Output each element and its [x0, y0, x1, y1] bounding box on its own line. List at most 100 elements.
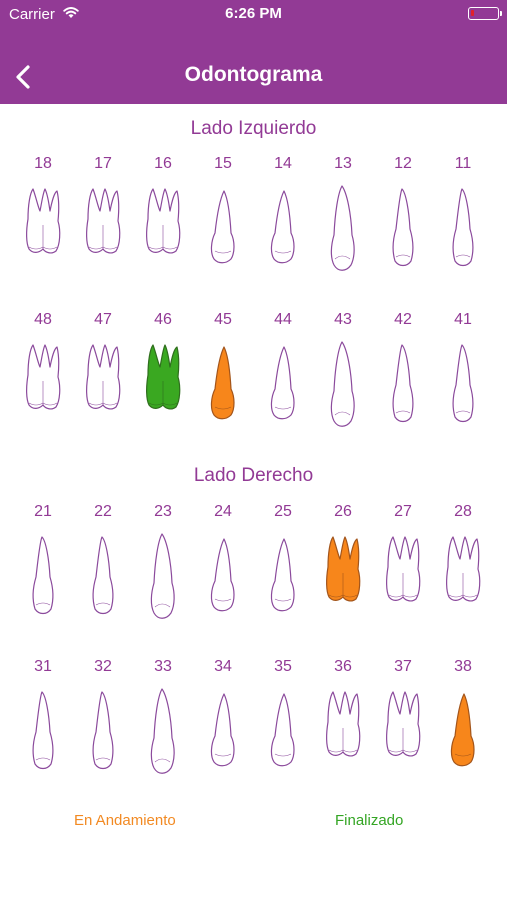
tooth-16[interactable]: 16 — [133, 155, 193, 305]
status-time: 6:26 PM — [225, 5, 282, 22]
legend-in-progress: En Andamiento — [74, 812, 176, 829]
tooth-number: 42 — [394, 311, 412, 328]
tooth-13[interactable]: 13 — [313, 155, 373, 305]
tooth-15[interactable]: 15 — [193, 155, 253, 305]
tooth-23[interactable]: 23 — [133, 503, 193, 653]
tooth-premolar-icon — [270, 693, 295, 767]
tooth-incisor-icon — [452, 344, 474, 423]
tooth-canine-icon — [150, 533, 175, 619]
tooth-number: 48 — [34, 311, 52, 328]
tooth-premolar-icon — [210, 538, 235, 612]
tooth-molar-icon — [446, 536, 481, 602]
tooth-47[interactable]: 47 — [73, 311, 133, 461]
tooth-number: 36 — [334, 658, 352, 675]
tooth-number: 35 — [274, 658, 292, 675]
tooth-molar-icon — [26, 344, 61, 410]
tooth-18[interactable]: 18 — [13, 155, 73, 305]
tooth-21[interactable]: 21 — [13, 503, 73, 653]
tooth-number: 41 — [454, 311, 472, 328]
section-title-left: Lado Izquierdo — [190, 118, 317, 139]
tooth-number: 46 — [154, 311, 172, 328]
tooth-canine-icon — [330, 185, 355, 271]
tooth-28[interactable]: 28 — [433, 503, 493, 653]
page-title: Odontograma — [184, 63, 323, 86]
tooth-32[interactable]: 32 — [73, 658, 133, 808]
nav-header: Carrier 6:26 PM Odontograma — [0, 0, 507, 104]
tooth-molar-icon — [326, 536, 361, 602]
tooth-number: 45 — [214, 311, 232, 328]
battery-level — [471, 10, 474, 16]
tooth-37[interactable]: 37 — [373, 658, 433, 808]
tooth-27[interactable]: 27 — [373, 503, 433, 653]
tooth-number: 16 — [154, 155, 172, 172]
tooth-31[interactable]: 31 — [13, 658, 73, 808]
tooth-number: 23 — [154, 503, 172, 520]
tooth-number: 31 — [34, 658, 52, 675]
tooth-premolar-icon — [210, 693, 235, 767]
tooth-14[interactable]: 14 — [253, 155, 313, 305]
tooth-number: 33 — [154, 658, 172, 675]
tooth-molar-icon — [326, 691, 361, 757]
tooth-number: 34 — [214, 658, 232, 675]
tooth-number: 21 — [34, 503, 52, 520]
tooth-number: 13 — [334, 155, 352, 172]
tooth-premolar-icon — [210, 190, 235, 264]
tooth-41[interactable]: 41 — [433, 311, 493, 461]
tooth-17[interactable]: 17 — [73, 155, 133, 305]
tooth-44[interactable]: 44 — [253, 311, 313, 461]
tooth-46[interactable]: 46 — [133, 311, 193, 461]
tooth-molar-icon — [146, 344, 181, 410]
tooth-number: 14 — [274, 155, 292, 172]
tooth-incisor-icon — [92, 691, 114, 770]
tooth-molar-icon — [86, 344, 121, 410]
tooth-number: 12 — [394, 155, 412, 172]
tooth-premolar-icon — [270, 538, 295, 612]
tooth-43[interactable]: 43 — [313, 311, 373, 461]
status-bar: Carrier 6:26 PM — [0, 0, 507, 30]
tooth-number: 32 — [94, 658, 112, 675]
tooth-incisor-icon — [392, 344, 414, 423]
tooth-canine-icon — [150, 688, 175, 774]
tooth-incisor-icon — [32, 536, 54, 615]
tooth-36[interactable]: 36 — [313, 658, 373, 808]
tooth-24[interactable]: 24 — [193, 503, 253, 653]
tooth-number: 27 — [394, 503, 412, 520]
tooth-molar-icon — [86, 188, 121, 254]
tooth-number: 47 — [94, 311, 112, 328]
tooth-premolar-icon — [270, 346, 295, 420]
tooth-number: 18 — [34, 155, 52, 172]
tooth-33[interactable]: 33 — [133, 658, 193, 808]
tooth-38[interactable]: 38 — [433, 658, 493, 808]
tooth-42[interactable]: 42 — [373, 311, 433, 461]
tooth-number: 28 — [454, 503, 472, 520]
tooth-11[interactable]: 11 — [433, 155, 493, 305]
tooth-35[interactable]: 35 — [253, 658, 313, 808]
tooth-number: 24 — [214, 503, 232, 520]
tooth-number: 37 — [394, 658, 412, 675]
tooth-number: 38 — [454, 658, 472, 675]
tooth-incisor-icon — [452, 188, 474, 267]
tooth-48[interactable]: 48 — [13, 311, 73, 461]
tooth-number: 25 — [274, 503, 292, 520]
tooth-22[interactable]: 22 — [73, 503, 133, 653]
section-title-right: Lado Derecho — [193, 465, 314, 486]
tooth-25[interactable]: 25 — [253, 503, 313, 653]
tooth-molar-icon — [26, 188, 61, 254]
tooth-45[interactable]: 45 — [193, 311, 253, 461]
tooth-molar-icon — [386, 691, 421, 757]
tooth-molar-icon — [146, 188, 181, 254]
tooth-number: 17 — [94, 155, 112, 172]
tooth-number: 43 — [334, 311, 352, 328]
tooth-premolar-icon — [270, 190, 295, 264]
legend-finished: Finalizado — [335, 812, 404, 829]
tooth-incisor-icon — [392, 188, 414, 267]
tooth-34[interactable]: 34 — [193, 658, 253, 808]
tooth-incisor-icon — [32, 691, 54, 770]
tooth-number: 15 — [214, 155, 232, 172]
tooth-incisor-icon — [92, 536, 114, 615]
battery-icon — [468, 7, 502, 20]
tooth-12[interactable]: 12 — [373, 155, 433, 305]
tooth-26[interactable]: 26 — [313, 503, 373, 653]
tooth-number: 44 — [274, 311, 292, 328]
tooth-number: 26 — [334, 503, 352, 520]
